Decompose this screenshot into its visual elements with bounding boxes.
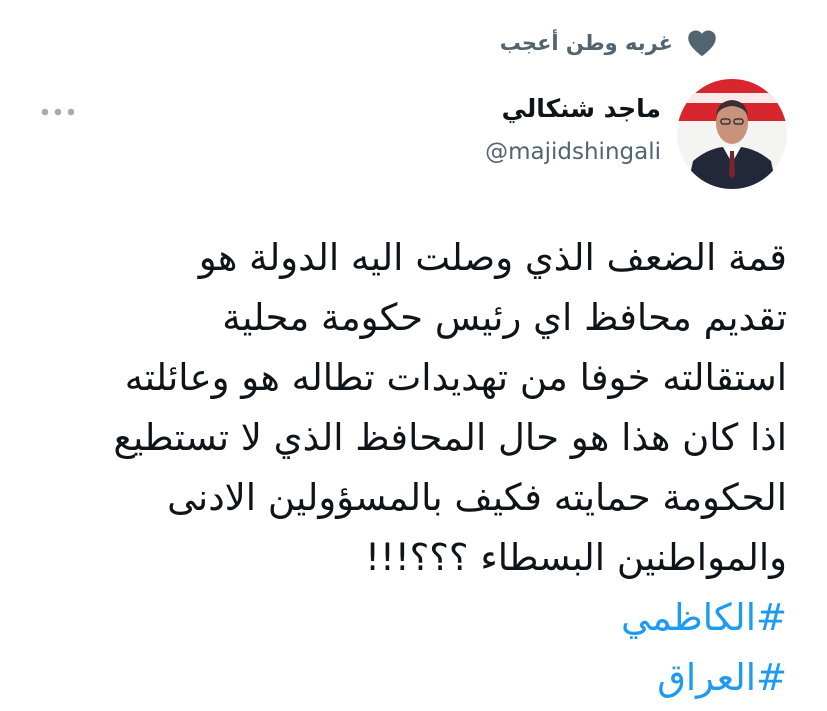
tweet-line: والمواطنين البسطاء ؟؟؟!!! xyxy=(365,536,787,579)
author-display-name[interactable]: ماجد شنكالي xyxy=(485,90,661,128)
more-button[interactable] xyxy=(36,99,80,125)
tweet-line: اذا كان هذا هو حال المحافظ الذي لا تستطي… xyxy=(113,416,787,459)
tweet-text: قمة الضعف الذي وصلت اليه الدولة هو تقديم… xyxy=(27,228,787,708)
social-context[interactable]: غربه وطن أعجب xyxy=(500,26,717,60)
tweet-line: استقالته خوفا من تهديدات تطاله هو وعائلت… xyxy=(124,356,787,399)
heart-icon xyxy=(687,29,717,57)
author-handle[interactable]: @majidshingali xyxy=(485,132,661,172)
hashtag-link[interactable]: #الكاظمي xyxy=(27,588,787,648)
social-context-text: غربه وطن أعجب xyxy=(499,31,673,55)
hashtag-link[interactable]: #العراق xyxy=(27,648,787,708)
author-block[interactable]: ماجد شنكالي @majidshingali xyxy=(485,90,661,172)
avatar[interactable] xyxy=(677,79,787,189)
tweet-line: تقديم محافظ اي رئيس حكومة محلية xyxy=(222,296,787,339)
tweet-line: قمة الضعف الذي وصلت اليه الدولة هو xyxy=(198,236,787,279)
tweet-line: الحكومة حمايته فكيف بالمسؤولين الادنى xyxy=(167,476,787,519)
more-icon xyxy=(41,108,75,116)
